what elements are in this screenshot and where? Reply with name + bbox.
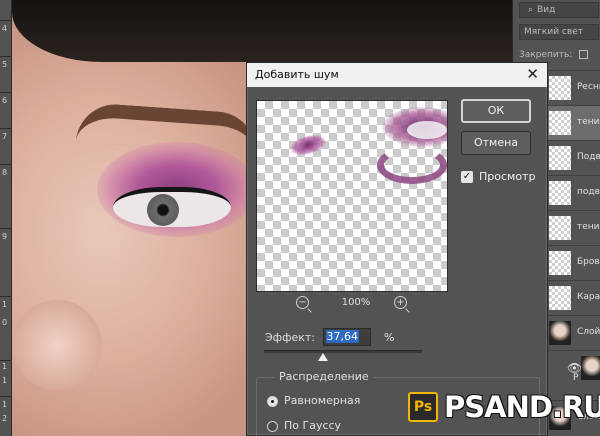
blend-mode-select[interactable]: Мягкий свет bbox=[519, 24, 599, 40]
ruler-tick bbox=[0, 56, 12, 57]
ruler-tick bbox=[0, 228, 12, 229]
ruler-number: 1 bbox=[2, 376, 8, 385]
radio-dot-icon[interactable] bbox=[267, 420, 278, 432]
layer-name: Карандаш bbox=[577, 292, 600, 302]
radio-gaussian[interactable]: По Гауссу bbox=[267, 419, 341, 432]
layer-name: Брови bbox=[577, 257, 600, 267]
checkmark-icon[interactable]: ✓ bbox=[461, 171, 473, 183]
ruler-tick bbox=[0, 92, 12, 93]
zoom-out-icon[interactable]: − bbox=[296, 296, 309, 309]
preview-eye-gap bbox=[407, 121, 447, 139]
ruler-number: 8 bbox=[2, 168, 8, 177]
add-noise-dialog: Добавить шум ✕ ОК Отмена ✓ Просмотр − 100… bbox=[246, 62, 548, 436]
ruler-number: 5 bbox=[2, 60, 8, 69]
layer-name: Ресницы bbox=[577, 82, 600, 92]
nose-highlight bbox=[12, 300, 102, 390]
amount-row: Эффект: 37,64 % bbox=[265, 328, 394, 346]
distribution-legend: Распределение bbox=[275, 370, 373, 383]
ruler-tick bbox=[0, 128, 12, 129]
dialog-titlebar: Добавить шум ✕ bbox=[247, 63, 547, 87]
layer-thumbnail bbox=[549, 111, 571, 135]
lock-transparency-icon[interactable] bbox=[579, 50, 589, 59]
ruler-number: 0 bbox=[2, 318, 8, 327]
preview-checkbox-label: Просмотр bbox=[479, 170, 536, 183]
ruler-number: 6 bbox=[2, 96, 8, 105]
vertical-ruler: 4 5 6 7 8 9 1 0 1 1 1 2 bbox=[0, 0, 12, 436]
ruler-tick bbox=[0, 360, 12, 361]
ruler-number: 1 bbox=[2, 300, 8, 309]
ok-button[interactable]: ОК bbox=[461, 99, 531, 123]
search-icon: ⌕ bbox=[528, 5, 534, 15]
amount-input[interactable]: 37,64 bbox=[322, 328, 371, 346]
layer-thumbnail bbox=[549, 146, 571, 170]
radio-dot-icon[interactable] bbox=[267, 395, 278, 407]
radio-label: По Гауссу bbox=[284, 419, 342, 432]
layer-thumbnail bbox=[549, 76, 571, 100]
layer-thumbnail bbox=[549, 286, 571, 310]
iris bbox=[147, 194, 179, 226]
preview-checkbox[interactable]: ✓ Просмотр bbox=[461, 170, 535, 186]
layer-thumbnail bbox=[549, 251, 571, 275]
ruler-tick bbox=[0, 396, 12, 397]
amount-label: Эффект: bbox=[265, 330, 316, 344]
layer-thumbnail bbox=[549, 181, 571, 205]
layer-name: подводка bbox=[577, 187, 600, 197]
dialog-title: Добавить шум bbox=[255, 68, 339, 81]
radio-label: Равномерная bbox=[284, 394, 361, 407]
hair-top bbox=[12, 0, 512, 62]
layer-filter-label: Вид bbox=[537, 5, 556, 15]
layer-thumbnail bbox=[549, 321, 571, 345]
ruler-number: 7 bbox=[2, 132, 8, 141]
layer-name: тени bbox=[577, 117, 600, 127]
layer-name: тени bbox=[577, 222, 600, 232]
ruler-number: 1 bbox=[2, 400, 8, 409]
ruler-number: 2 bbox=[2, 414, 8, 423]
zoom-in-icon[interactable]: + bbox=[394, 296, 407, 309]
layer-name: Слой bbox=[577, 327, 600, 337]
ruler-number: 1 bbox=[2, 362, 8, 371]
layer-thumbnail bbox=[581, 356, 600, 380]
layer-name: Р bbox=[573, 373, 579, 383]
zoom-controls: − 100% + bbox=[256, 295, 448, 311]
layer-name: Подводка bbox=[577, 152, 600, 162]
amount-slider[interactable] bbox=[264, 350, 422, 361]
ruler-number: 4 bbox=[2, 24, 8, 33]
preview-noise-stroke bbox=[377, 146, 447, 184]
slider-thumb[interactable] bbox=[318, 353, 328, 361]
preview-noise-stroke bbox=[288, 131, 328, 159]
ruler-number: 9 bbox=[2, 232, 8, 241]
close-icon[interactable]: ✕ bbox=[526, 65, 539, 83]
radio-uniform[interactable]: Равномерная bbox=[267, 394, 360, 407]
layer-thumbnail bbox=[549, 216, 571, 240]
amount-value[interactable]: 37,64 bbox=[325, 330, 360, 343]
eye bbox=[113, 187, 231, 227]
zoom-level: 100% bbox=[341, 297, 371, 308]
ruler-tick bbox=[0, 20, 12, 21]
ruler-tick bbox=[0, 164, 12, 165]
lock-label: Закрепить: bbox=[519, 50, 573, 60]
watermark-text: PSAND.RU bbox=[444, 390, 600, 424]
ps-logo-icon: Ps bbox=[408, 392, 438, 422]
amount-unit: % bbox=[384, 330, 395, 344]
ruler-tick bbox=[0, 296, 12, 297]
layer-filter-field[interactable]: ⌕ Вид bbox=[519, 2, 599, 18]
cancel-button[interactable]: Отмена bbox=[461, 131, 531, 155]
filter-preview[interactable] bbox=[256, 100, 448, 292]
